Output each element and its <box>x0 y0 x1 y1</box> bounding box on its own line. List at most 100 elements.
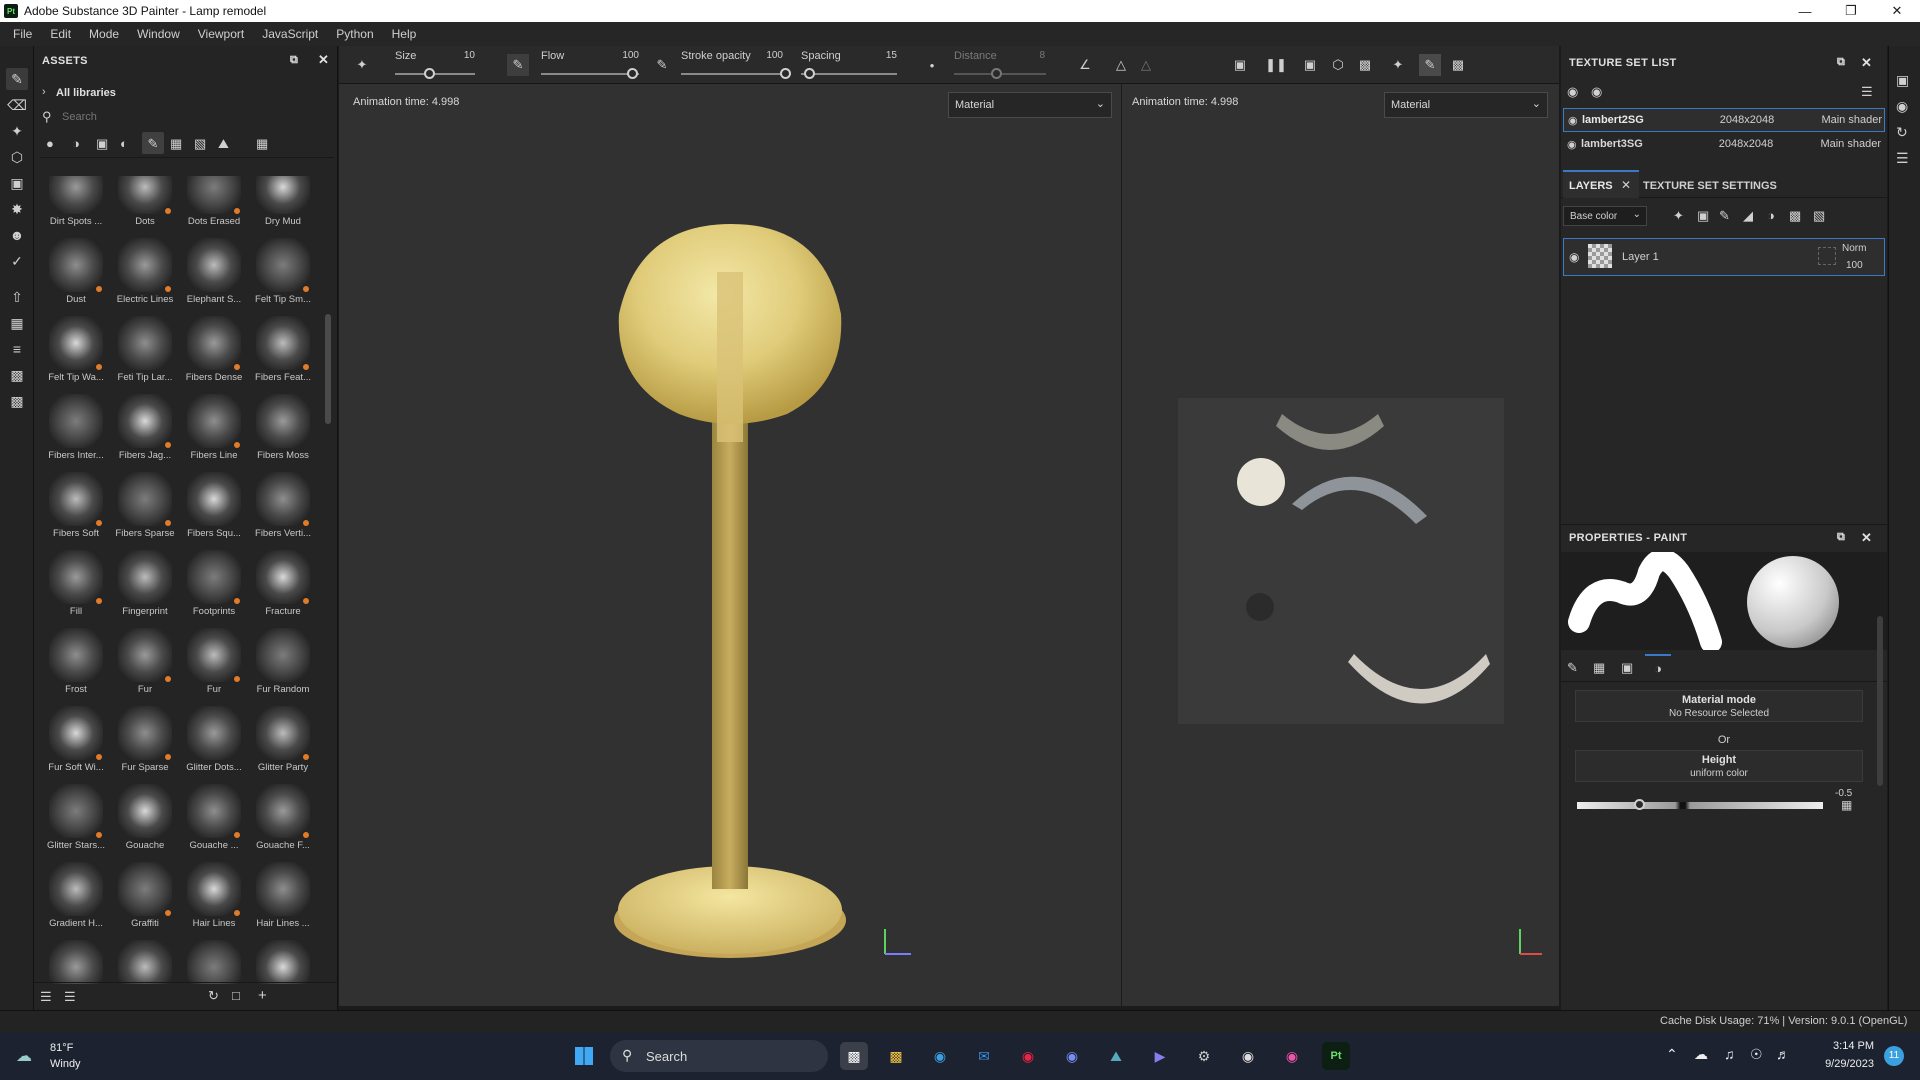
size-value[interactable]: 10 <box>449 50 475 61</box>
history-icon[interactable]: ↻ <box>1896 124 1908 141</box>
task-view-icon[interactable]: ▩ <box>840 1042 868 1070</box>
texture-set-row[interactable]: ◉ lambert2SG 2048x2048 Main shader <box>1563 108 1885 132</box>
mail-icon[interactable]: ✉ <box>970 1042 998 1070</box>
log-icon[interactable]: ☰ <box>1896 150 1909 167</box>
mask-filter-icon[interactable]: ▣ <box>96 136 108 152</box>
menu-file[interactable]: File <box>4 27 41 41</box>
notification-badge[interactable]: 11 <box>1884 1046 1904 1066</box>
brush-item[interactable]: Gouache F... <box>249 782 317 860</box>
brush-item[interactable]: Graffiti <box>111 860 179 938</box>
projection-tool-icon[interactable]: ✦ <box>6 120 28 142</box>
camera-icon[interactable]: ▩ <box>1354 54 1376 76</box>
hide-ui-icon[interactable]: ▣ <box>1229 54 1251 76</box>
refresh-icon[interactable]: ↻ <box>208 988 219 1004</box>
substance-painter-taskbar-icon[interactable]: Pt <box>1322 1042 1350 1070</box>
brush-item[interactable]: Fibers Feat... <box>249 314 317 392</box>
color-picker-tool-icon[interactable]: ✓ <box>6 250 28 272</box>
chevron-up-icon[interactable]: ⌃ <box>1666 1046 1678 1063</box>
folder-icon[interactable]: ▩ <box>1789 208 1801 224</box>
close-panel-icon[interactable]: ✕ <box>1861 55 1872 71</box>
maximize-button[interactable]: ❐ <box>1828 0 1874 22</box>
close-tab-icon[interactable]: ✕ <box>1621 178 1631 192</box>
brush-item[interactable]: Dust <box>42 236 110 314</box>
height-box[interactable]: Height uniform color <box>1575 750 1863 782</box>
texture-filter-icon[interactable]: ▧ <box>194 136 206 152</box>
tab-texture-set-settings[interactable]: TEXTURE SET SETTINGS <box>1643 180 1777 192</box>
brush-item[interactable]: Fur <box>180 626 248 704</box>
channel-dropdown[interactable]: Base color ⌄ <box>1563 206 1647 226</box>
smart-material-filter-icon[interactable]: ◑ <box>72 136 80 151</box>
smart-material-icon[interactable]: ◑ <box>1767 208 1775 223</box>
app-colorful-icon[interactable]: ◉ <box>1278 1042 1306 1070</box>
flow-slider[interactable] <box>541 73 639 75</box>
photos-icon[interactable]: ⛰ <box>1102 1042 1130 1070</box>
brush-item[interactable]: Dry Mud <box>249 176 317 236</box>
shelf-tool-icon[interactable]: ▩ <box>6 390 28 412</box>
polygon-fill-tool-icon[interactable]: ▣ <box>6 172 28 194</box>
stencil-tab-icon[interactable]: ▣ <box>1621 660 1633 676</box>
brush-item[interactable]: Elephant S... <box>180 236 248 314</box>
brush-filter-icon[interactable]: ✎ <box>142 132 164 154</box>
spacing-slider[interactable] <box>801 73 897 75</box>
properties-scrollbar[interactable] <box>1877 616 1883 786</box>
alignment-tool-icon[interactable]: ≡ <box>6 338 28 360</box>
brush-item[interactable]: Fur <box>111 626 179 704</box>
screenshot-icon[interactable]: ▩ <box>1447 54 1469 76</box>
symmetry-settings-icon[interactable]: △ <box>1135 54 1157 76</box>
alpha-tab-icon[interactable]: ▦ <box>1593 660 1605 676</box>
wifi-icon[interactable]: ☉ <box>1750 1046 1763 1063</box>
start-windows-icon[interactable] <box>570 1042 598 1070</box>
brush-item[interactable]: Fill <box>42 548 110 626</box>
paint-layer-icon[interactable]: ✎ <box>1719 208 1730 224</box>
chrome-icon[interactable]: ◉ <box>1014 1042 1042 1070</box>
folder-icon[interactable]: □ <box>232 988 240 1003</box>
height-slider[interactable] <box>1577 802 1823 809</box>
blend-mode[interactable]: Norm <box>1842 243 1866 254</box>
material-filter-icon[interactable]: ● <box>46 136 54 151</box>
material-tab-icon[interactable]: ◑ <box>1645 654 1671 682</box>
brush-item[interactable]: Fibers Jag... <box>111 392 179 470</box>
spacing-value[interactable]: 15 <box>871 50 897 61</box>
geometry-fill-tool-icon[interactable]: ⬡ <box>6 146 28 168</box>
brush-item[interactable]: Fibers Dense <box>180 314 248 392</box>
shader-settings-icon[interactable]: ◉ <box>1896 98 1908 115</box>
viewport-3d[interactable]: Animation time: 4.998 Material ⌄ <box>339 84 1121 1006</box>
brush-item[interactable]: Electric Lines <box>111 236 179 314</box>
clone-tool-icon[interactable]: ☻ <box>6 224 28 246</box>
texture-transform-icon[interactable]: ▦ <box>6 312 28 334</box>
grid-view-icon[interactable]: ▦ <box>256 136 268 152</box>
visibility-eye-icon[interactable]: ◉ <box>1568 114 1582 127</box>
taskbar-search[interactable]: ⚲ Search <box>610 1040 828 1072</box>
stroke-opacity-slider[interactable] <box>681 73 783 75</box>
search-input[interactable] <box>62 108 322 126</box>
stroke-opacity-value[interactable]: 100 <box>757 50 783 61</box>
size-slider-knob[interactable] <box>424 68 435 79</box>
menu-edit[interactable]: Edit <box>41 27 80 41</box>
sort-icon[interactable]: ☰ <box>64 989 76 1005</box>
brush-item[interactable] <box>249 938 317 984</box>
delete-icon[interactable]: ▧ <box>1813 208 1825 224</box>
brush-item[interactable]: Fracture <box>249 548 317 626</box>
menu-python[interactable]: Python <box>327 27 382 41</box>
symmetry-icon[interactable]: △ <box>1110 54 1132 76</box>
brush-item[interactable]: Glitter Party <box>249 704 317 782</box>
brush-item[interactable]: Fibers Line <box>180 392 248 470</box>
close-panel-icon[interactable]: ✕ <box>318 52 329 68</box>
brush-item[interactable] <box>180 938 248 984</box>
library-selector[interactable]: › All libraries <box>34 84 338 104</box>
brush-item[interactable]: Fibers Verti... <box>249 470 317 548</box>
stroke-opacity-knob[interactable] <box>780 68 791 79</box>
brush-item[interactable]: Fibers Squ... <box>180 470 248 548</box>
brush-item[interactable]: Hair Lines <box>180 860 248 938</box>
menu-javascript[interactable]: JavaScript <box>253 27 327 41</box>
close-panel-icon[interactable]: ✕ <box>1861 530 1872 546</box>
smudge-tool-icon[interactable]: ✸ <box>6 198 28 220</box>
assets-scrollbar[interactable] <box>325 314 331 424</box>
effects-icon[interactable]: ✦ <box>1673 208 1684 224</box>
undock-icon[interactable]: ⧉ <box>1837 531 1845 544</box>
brush-mode-icon[interactable]: ✎ <box>1419 54 1441 76</box>
layer-opacity[interactable]: 100 <box>1846 260 1863 271</box>
add-icon[interactable]: + <box>258 987 267 1004</box>
brush-item[interactable]: Dots Erased <box>180 176 248 236</box>
undock-icon[interactable]: ⧉ <box>290 54 298 67</box>
